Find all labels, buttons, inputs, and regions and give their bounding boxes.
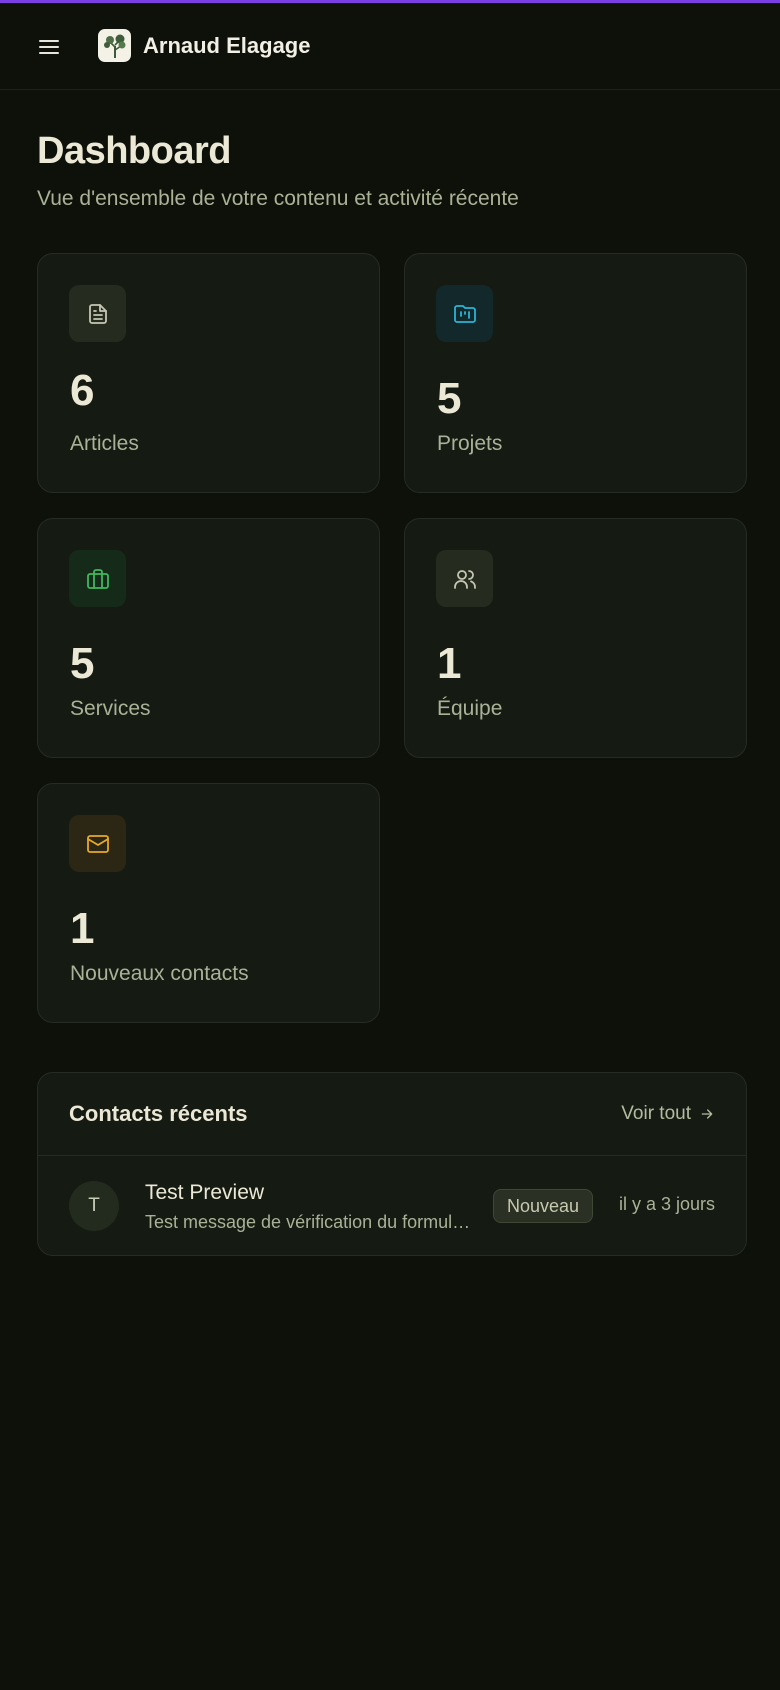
- users-icon: [436, 550, 493, 607]
- avatar: T: [69, 1181, 119, 1231]
- app-header: Arnaud Elagage: [0, 3, 780, 90]
- arrow-right-icon: [701, 1109, 713, 1119]
- brand-name: Arnaud Elagage: [143, 32, 311, 58]
- hamburger-icon: [39, 40, 59, 54]
- stat-card-projects[interactable]: 5 Projets: [404, 253, 747, 493]
- stat-card-team[interactable]: 1 Équipe: [404, 518, 747, 758]
- stat-label: Équipe: [437, 697, 503, 720]
- status-badge: Nouveau: [493, 1189, 594, 1223]
- recent-contacts-header: Contacts récents Voir tout: [38, 1073, 746, 1156]
- stat-card-new-contacts[interactable]: 1 Nouveaux contacts: [37, 783, 380, 1023]
- recent-contacts-title: Contacts récents: [69, 1101, 248, 1126]
- tree-logo-icon: [98, 29, 131, 62]
- contact-name: Test Preview: [145, 1181, 265, 1204]
- see-all-label: Voir tout: [621, 1103, 691, 1124]
- recent-contacts-panel: Contacts récents Voir tout T Test Previe…: [37, 1072, 747, 1256]
- stat-label: Projets: [437, 432, 503, 455]
- folder-kanban-icon: [436, 285, 493, 342]
- stat-value: 5: [437, 374, 462, 423]
- stat-card-services[interactable]: 5 Services: [37, 518, 380, 758]
- see-all-link[interactable]: Voir tout: [621, 1103, 715, 1125]
- stat-value: 5: [70, 639, 95, 688]
- contact-message: Test message de vérification du formulai…: [145, 1212, 475, 1232]
- contact-time: il y a 3 jours: [618, 1194, 715, 1214]
- stat-label: Nouveaux contacts: [70, 962, 249, 985]
- stat-value: 1: [70, 904, 95, 953]
- stat-label: Services: [70, 697, 151, 720]
- page-title: Dashboard: [37, 130, 231, 172]
- stat-value: 6: [70, 366, 95, 415]
- mail-icon: [69, 815, 126, 872]
- stat-value: 1: [437, 639, 462, 688]
- briefcase-icon: [69, 550, 126, 607]
- file-text-icon: [69, 285, 126, 342]
- menu-button[interactable]: [30, 28, 68, 66]
- stat-card-articles[interactable]: 6 Articles: [37, 253, 380, 493]
- page-subtitle: Vue d'ensemble de votre contenu et activ…: [37, 187, 519, 210]
- stat-label: Articles: [70, 432, 139, 455]
- brand-link[interactable]: Arnaud Elagage: [98, 29, 310, 62]
- contact-row[interactable]: T Test Preview Test message de vérificat…: [38, 1156, 746, 1256]
